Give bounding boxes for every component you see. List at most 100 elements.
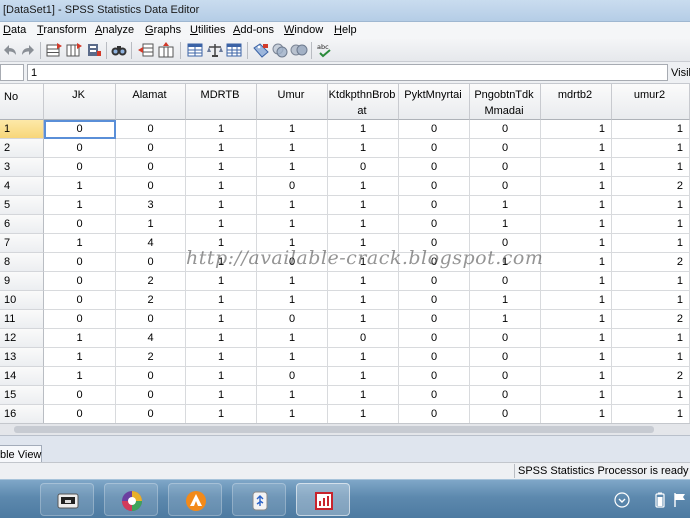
taskbar-usb-button[interactable] bbox=[232, 483, 286, 516]
data-cell[interactable]: 1 bbox=[328, 310, 399, 329]
data-cell[interactable]: 1 bbox=[328, 386, 399, 405]
data-cell[interactable]: 0 bbox=[470, 139, 541, 158]
data-cell[interactable]: 0 bbox=[116, 367, 186, 386]
data-cell[interactable]: 0 bbox=[44, 158, 116, 177]
data-cell[interactable]: 1 bbox=[541, 215, 612, 234]
row-header[interactable]: 15 bbox=[0, 386, 44, 405]
row-header[interactable]: 8 bbox=[0, 253, 44, 272]
data-cell[interactable]: 1 bbox=[328, 272, 399, 291]
data-cell[interactable]: 1 bbox=[186, 348, 257, 367]
data-cell[interactable]: 1 bbox=[612, 272, 690, 291]
data-cell[interactable]: 1 bbox=[541, 139, 612, 158]
data-cell[interactable]: 0 bbox=[116, 177, 186, 196]
data-cell[interactable]: 0 bbox=[399, 177, 470, 196]
data-cell[interactable]: 0 bbox=[44, 120, 116, 139]
data-cell[interactable]: 1 bbox=[116, 215, 186, 234]
cell-value-input[interactable]: 1 bbox=[27, 64, 668, 81]
data-cell[interactable]: 1 bbox=[612, 196, 690, 215]
data-cell[interactable]: 0 bbox=[116, 120, 186, 139]
data-cell[interactable]: 0 bbox=[399, 158, 470, 177]
row-header[interactable]: 5 bbox=[0, 196, 44, 215]
data-cell[interactable]: 1 bbox=[328, 177, 399, 196]
data-cell[interactable]: 0 bbox=[44, 291, 116, 310]
data-cell[interactable]: 1 bbox=[257, 405, 328, 423]
data-cell[interactable]: 0 bbox=[44, 215, 116, 234]
goto-variable-icon[interactable] bbox=[65, 42, 83, 58]
data-cell[interactable]: 1 bbox=[612, 348, 690, 367]
column-header-pngobtntdkmmadai[interactable]: PngobtnTdkMmadai bbox=[470, 84, 541, 120]
data-cell[interactable]: 0 bbox=[470, 329, 541, 348]
menu-transform[interactable]: Transform bbox=[37, 24, 87, 36]
data-cell[interactable]: 1 bbox=[612, 120, 690, 139]
data-cell[interactable]: 2 bbox=[612, 310, 690, 329]
data-cell[interactable]: 4 bbox=[116, 329, 186, 348]
data-cell[interactable]: 1 bbox=[612, 234, 690, 253]
value-labels-icon[interactable] bbox=[252, 42, 270, 58]
menu-graphs[interactable]: Graphs bbox=[145, 24, 181, 36]
data-cell[interactable]: 1 bbox=[186, 139, 257, 158]
data-cell[interactable]: 1 bbox=[44, 177, 116, 196]
data-cell[interactable]: 0 bbox=[399, 329, 470, 348]
row-header[interactable]: 12 bbox=[0, 329, 44, 348]
variables-icon[interactable] bbox=[85, 42, 103, 58]
data-cell[interactable]: 1 bbox=[541, 386, 612, 405]
data-cell[interactable]: 1 bbox=[328, 348, 399, 367]
data-cell[interactable]: 1 bbox=[541, 329, 612, 348]
data-cell[interactable]: 0 bbox=[470, 386, 541, 405]
data-cell[interactable]: 1 bbox=[44, 196, 116, 215]
show-all-variables-icon[interactable] bbox=[290, 42, 308, 58]
data-cell[interactable]: 2 bbox=[116, 348, 186, 367]
data-cell[interactable]: 1 bbox=[186, 158, 257, 177]
data-cell[interactable]: 1 bbox=[470, 196, 541, 215]
data-cell[interactable]: 2 bbox=[612, 367, 690, 386]
data-cell[interactable]: 0 bbox=[470, 405, 541, 423]
column-header-umur2[interactable]: umur2 bbox=[612, 84, 690, 120]
data-cell[interactable]: 1 bbox=[186, 215, 257, 234]
row-header[interactable]: 9 bbox=[0, 272, 44, 291]
data-cell[interactable]: 0 bbox=[328, 329, 399, 348]
data-cell[interactable]: 3 bbox=[116, 196, 186, 215]
data-cell[interactable]: 1 bbox=[257, 329, 328, 348]
row-header[interactable]: 6 bbox=[0, 215, 44, 234]
data-cell[interactable]: 1 bbox=[541, 196, 612, 215]
data-cell[interactable]: 0 bbox=[116, 253, 186, 272]
data-cell[interactable]: 1 bbox=[186, 291, 257, 310]
data-cell[interactable]: 0 bbox=[257, 367, 328, 386]
menu-help[interactable]: Help bbox=[334, 24, 357, 36]
row-header[interactable]: 7 bbox=[0, 234, 44, 253]
data-cell[interactable]: 1 bbox=[541, 405, 612, 423]
data-cell[interactable]: 1 bbox=[257, 291, 328, 310]
data-cell[interactable]: 0 bbox=[470, 348, 541, 367]
weight-cases-icon[interactable] bbox=[206, 42, 224, 58]
row-header[interactable]: 10 bbox=[0, 291, 44, 310]
data-cell[interactable]: 1 bbox=[186, 272, 257, 291]
taskbar-arrow-app-button[interactable] bbox=[168, 483, 222, 516]
data-cell[interactable]: 1 bbox=[541, 158, 612, 177]
undo-icon[interactable] bbox=[1, 42, 19, 58]
row-header[interactable]: 16 bbox=[0, 405, 44, 423]
data-cell[interactable]: 1 bbox=[328, 120, 399, 139]
data-cell[interactable]: 0 bbox=[399, 291, 470, 310]
data-cell[interactable]: 1 bbox=[44, 367, 116, 386]
row-header[interactable]: 13 bbox=[0, 348, 44, 367]
horizontal-scrollbar[interactable] bbox=[0, 423, 690, 435]
data-cell[interactable]: 0 bbox=[44, 272, 116, 291]
data-cell[interactable]: 0 bbox=[257, 177, 328, 196]
data-cell[interactable]: 1 bbox=[186, 310, 257, 329]
data-cell[interactable]: 1 bbox=[541, 272, 612, 291]
taskbar-explorer-button[interactable] bbox=[40, 483, 94, 516]
row-header[interactable]: 11 bbox=[0, 310, 44, 329]
data-cell[interactable]: 1 bbox=[541, 177, 612, 196]
menu-data[interactable]: Data bbox=[3, 24, 26, 36]
insert-cases-icon[interactable] bbox=[137, 42, 155, 58]
spell-check-icon[interactable]: abc bbox=[316, 42, 334, 58]
select-cases-icon[interactable] bbox=[225, 42, 243, 58]
data-cell[interactable]: 1 bbox=[541, 310, 612, 329]
data-cell[interactable]: 1 bbox=[186, 329, 257, 348]
data-cell[interactable]: 1 bbox=[541, 367, 612, 386]
data-cell[interactable]: 1 bbox=[612, 291, 690, 310]
data-cell[interactable]: 1 bbox=[541, 234, 612, 253]
data-cell[interactable]: 1 bbox=[44, 234, 116, 253]
battery-tray[interactable] bbox=[654, 492, 666, 511]
use-sets-icon[interactable] bbox=[271, 42, 289, 58]
